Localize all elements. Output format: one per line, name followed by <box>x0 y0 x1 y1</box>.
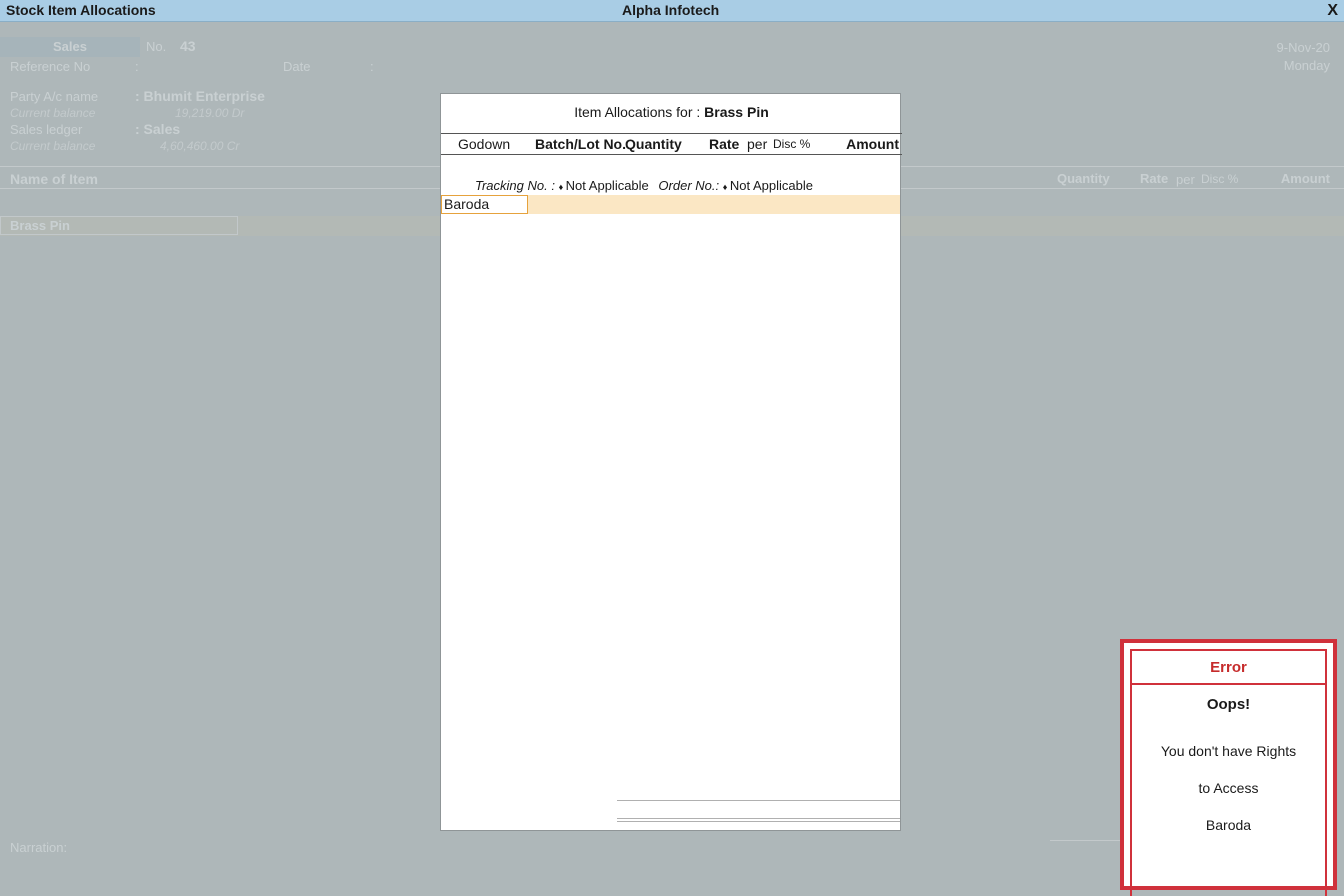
col-quantity: Quantity <box>625 136 682 152</box>
error-title: Error <box>1210 659 1247 676</box>
party-balance-label: Current balance <box>10 106 96 120</box>
company-name: Alpha Infotech <box>622 2 720 18</box>
col-batch: Batch/Lot No. <box>535 136 626 152</box>
date-label: Date <box>283 59 311 74</box>
diamond-icon: ♦ <box>722 182 730 192</box>
voucher-no-value: 43 <box>180 38 196 54</box>
col-amount: Amount <box>846 136 899 152</box>
total-line-1 <box>617 800 900 801</box>
col-disc: Disc % <box>773 137 811 151</box>
col-rate: Rate <box>709 136 740 152</box>
date-sep: : <box>370 59 374 74</box>
stock-item-name: Brass Pin <box>10 218 70 233</box>
error-box: Error Oops! You don't have Rights to Acc… <box>1130 649 1327 896</box>
voucher-type-badge: Sales <box>0 37 140 57</box>
col-rate: Rate <box>1140 171 1169 186</box>
party-value: : Bhumit Enterprise <box>135 88 265 104</box>
allocation-columns: Godown Batch/Lot No. Quantity Rate per D… <box>441 133 902 155</box>
error-heading: Oops! <box>1206 696 1251 713</box>
sales-ledger-value: : Sales <box>135 121 181 137</box>
col-name-of-item: Name of Item <box>10 171 98 187</box>
sales-balance-value: 4,60,460.00 Cr <box>160 139 240 153</box>
window-title: Stock Item Allocations <box>6 2 156 18</box>
dialog-title-prefix: Item Allocations for : <box>574 104 701 120</box>
narration-label: Narration: <box>10 840 68 855</box>
total-line-2 <box>617 818 900 819</box>
item-allocations-dialog: Item Allocations for : Brass Pin Godown … <box>440 93 902 831</box>
dialog-title-item: Brass Pin <box>704 104 769 120</box>
sales-ledger-label: Sales ledger <box>10 122 83 137</box>
error-divider <box>1132 683 1325 685</box>
col-disc: Disc % <box>1201 172 1239 186</box>
party-label: Party A/c name <box>10 89 99 104</box>
error-message-line3: Baroda <box>1205 817 1252 833</box>
tracking-value[interactable]: Not Applicable <box>566 178 649 193</box>
party-balance-value: 19,219.00 Dr <box>175 106 245 120</box>
order-value[interactable]: Not Applicable <box>730 178 813 193</box>
col-godown: Godown <box>458 136 511 152</box>
voucher-no-label: No. <box>146 39 167 54</box>
tracking-label: Tracking No. : <box>475 178 555 193</box>
title-bar: Stock Item Allocations Alpha Infotech X <box>0 0 1344 22</box>
col-quantity: Quantity <box>1057 171 1110 186</box>
diamond-icon: ♦ <box>558 182 566 192</box>
error-panel: Error Oops! You don't have Rights to Acc… <box>1120 639 1337 896</box>
col-amount: Amount <box>1280 171 1330 186</box>
godown-input[interactable]: Baroda <box>441 195 528 214</box>
sales-balance-label: Current balance <box>10 139 96 153</box>
total-line <box>1050 840 1120 841</box>
error-message-line1: You don't have Rights <box>1160 743 1297 759</box>
voucher-day: Monday <box>1283 58 1330 73</box>
error-message-line2: to Access <box>1198 780 1259 796</box>
reference-sep: : <box>135 59 139 74</box>
dialog-title: Item Allocations for : Brass Pin <box>441 104 902 120</box>
reference-label: Reference No <box>10 59 91 74</box>
voucher-date: 9-Nov-20 <box>1276 40 1330 55</box>
close-icon[interactable]: X <box>1327 0 1338 21</box>
order-label: Order No.: <box>658 178 720 193</box>
col-per: per <box>747 136 768 152</box>
total-line-3 <box>617 821 900 822</box>
tracking-info: Tracking No. : ♦ Not Applicable Order No… <box>475 178 813 193</box>
col-per: per <box>1176 172 1195 187</box>
